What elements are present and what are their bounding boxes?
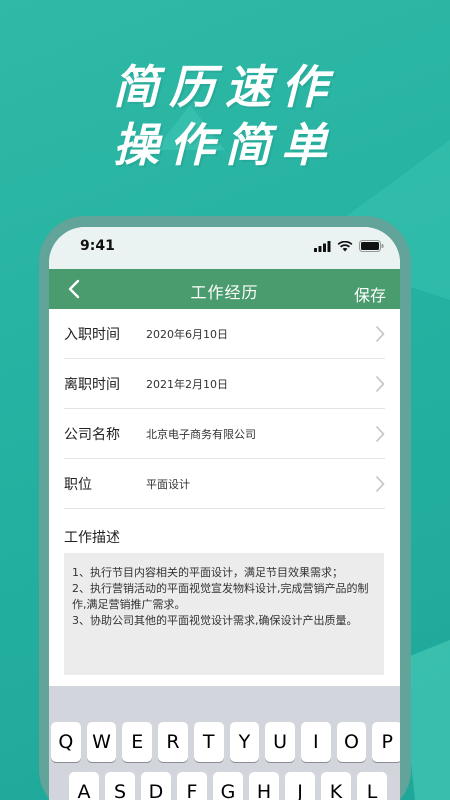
key-h[interactable]: H <box>249 772 279 800</box>
key-g[interactable]: G <box>213 772 243 800</box>
promo-line-1: 简历速作 <box>113 60 337 114</box>
status-time: 9:41 <box>80 238 115 254</box>
chevron-right-icon <box>375 425 385 443</box>
chevron-right-icon <box>375 375 385 393</box>
promo-headline: 简历速作 操作简单 <box>0 58 450 174</box>
keyboard: QWERTYUIOP ASDFGHJKL <box>49 686 400 800</box>
battery-icon <box>359 240 384 252</box>
row-value: 2021年2月10日 <box>146 378 228 391</box>
key-f[interactable]: F <box>177 772 207 800</box>
key-u[interactable]: U <box>265 722 295 762</box>
key-y[interactable]: Y <box>229 722 260 762</box>
description-label: 工作描述 <box>64 530 120 546</box>
chevron-right-icon <box>375 475 385 493</box>
key-t[interactable]: T <box>193 722 224 762</box>
description-line: 1、执行节目内容相关的平面设计，满足节目效果需求； <box>72 566 343 579</box>
row-label: 公司名称 <box>64 427 120 443</box>
form-row-end-date[interactable]: 离职时间 2021年2月10日 <box>64 359 385 409</box>
form-row-position[interactable]: 职位 平面设计 <box>64 459 385 509</box>
key-a[interactable]: A <box>69 772 99 800</box>
key-j[interactable]: J <box>285 772 315 800</box>
row-label: 离职时间 <box>64 377 120 393</box>
key-r[interactable]: R <box>158 722 188 762</box>
keyboard-row-1: QWERTYUIOP <box>51 722 400 762</box>
description-line: 2、执行营销活动的平面视觉宣发物料设计,完成营销产品的制作,满足营销推广需求。 <box>72 582 369 611</box>
key-s[interactable]: S <box>105 772 135 800</box>
key-i[interactable]: I <box>300 722 331 762</box>
description-textarea[interactable]: 1、执行节目内容相关的平面设计，满足节目效果需求； 2、执行营销活动的平面视觉宣… <box>64 553 384 675</box>
work-experience-form: 入职时间 2020年6月10日 离职时间 2021年2月10日 公司名称 北京电… <box>49 309 400 509</box>
key-k[interactable]: K <box>321 772 351 800</box>
description-line: 3、协助公司其他的平面视觉设计需求,确保设计产出质量。 <box>72 614 358 627</box>
key-e[interactable]: E <box>122 722 153 762</box>
promo-line-2: 操作简单 <box>113 118 337 172</box>
status-bar: 9:41 <box>49 227 400 269</box>
key-w[interactable]: W <box>86 722 117 762</box>
form-row-company[interactable]: 公司名称 北京电子商务有限公司 <box>64 409 385 459</box>
row-value: 平面设计 <box>146 478 190 491</box>
key-q[interactable]: Q <box>51 722 81 762</box>
key-l[interactable]: L <box>357 772 387 800</box>
key-o[interactable]: O <box>336 722 367 762</box>
key-d[interactable]: D <box>141 772 171 800</box>
save-button[interactable]: 保存 <box>354 282 386 306</box>
row-label: 职位 <box>64 477 92 493</box>
phone-screen: 9:41 工作经历 保存 入职时间 2020年6月10日 离职时间 2021年2… <box>49 227 400 800</box>
chevron-right-icon <box>375 325 385 343</box>
row-label: 入职时间 <box>64 327 120 343</box>
key-p[interactable]: P <box>372 722 400 762</box>
row-value: 2020年6月10日 <box>146 328 228 341</box>
keyboard-row-2: ASDFGHJKL <box>69 772 400 800</box>
row-value: 北京电子商务有限公司 <box>146 428 256 441</box>
wifi-icon <box>337 240 353 251</box>
signal-icon <box>314 240 331 252</box>
form-row-start-date[interactable]: 入职时间 2020年6月10日 <box>64 309 385 359</box>
page-title: 工作经历 <box>190 283 259 302</box>
nav-bar: 工作经历 保存 <box>49 269 400 309</box>
status-icons <box>314 240 384 252</box>
